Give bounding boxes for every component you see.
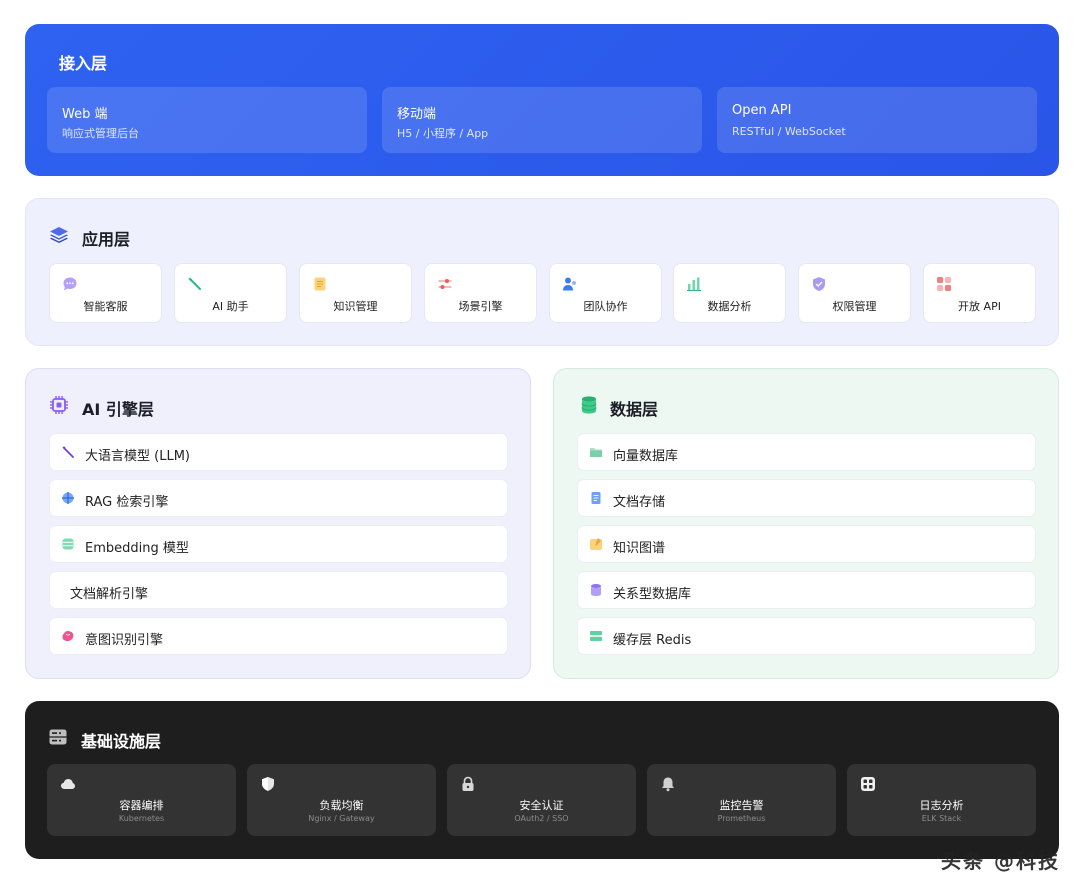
infra-card-sub: ELK Stack <box>921 814 962 823</box>
ai-engine-layer-title: AI 引擎层 <box>82 400 154 419</box>
module-card-ai-assistant[interactable]: AI 助手 <box>174 263 287 323</box>
ai-item-label: Embedding 模型 <box>85 541 189 556</box>
module-label: 权限管理 <box>832 300 877 313</box>
grid-icon <box>861 777 875 791</box>
database-icon <box>62 538 74 550</box>
layers-icon <box>50 227 68 243</box>
infra-card-sub: Prometheus <box>717 814 766 823</box>
infra-card-monitoring[interactable]: 监控告警 Prometheus <box>647 764 836 836</box>
module-card-open-api[interactable]: 开放 API <box>923 263 1036 323</box>
ai-item-intent[interactable]: 意图识别引擎 <box>49 617 508 655</box>
access-card-sub: 响应式管理后台 <box>62 127 139 140</box>
ai-item-label: 意图识别引擎 <box>85 633 164 648</box>
document-icon <box>591 492 601 504</box>
infrastructure-layer-title: 基础设施层 <box>81 732 162 751</box>
notebook-icon <box>314 277 326 291</box>
infra-card-sub: Nginx / Gateway <box>308 814 375 823</box>
data-layer: 数据层 向量数据库 文档存储 知识图谱 关系型数据库 缓存层 Redis <box>553 368 1059 679</box>
access-card-name: Web 端 <box>62 107 108 122</box>
brain-icon <box>62 631 74 642</box>
module-label: 智能客服 <box>83 300 128 313</box>
folder-icon <box>590 448 602 457</box>
application-layer: 应用层 智能客服 AI 助手 知识管理 场景引擎 团队协作 数据分析 权限管理 … <box>25 198 1059 346</box>
ai-item-label: 大语言模型 (LLM) <box>85 449 190 464</box>
access-card-open-api[interactable]: Open API RESTful / WebSocket <box>717 87 1037 153</box>
data-item-relational-db[interactable]: 关系型数据库 <box>577 571 1036 609</box>
data-item-doc-storage[interactable]: 文档存储 <box>577 479 1036 517</box>
ai-item-label: 文档解析引擎 <box>70 587 149 602</box>
ai-item-doc-parsing[interactable]: 文档解析引擎 <box>49 571 508 609</box>
module-label: 开放 API <box>958 300 1001 313</box>
module-card-permissions[interactable]: 权限管理 <box>798 263 911 323</box>
apps-grid-icon <box>937 277 951 291</box>
chip-icon <box>50 396 68 414</box>
module-card-customer-service[interactable]: 智能客服 <box>49 263 162 323</box>
ai-item-embedding[interactable]: Embedding 模型 <box>49 525 508 563</box>
note-icon <box>590 538 602 550</box>
infra-card-name: 容器编排 <box>119 799 164 812</box>
data-item-label: 缓存层 Redis <box>613 633 692 648</box>
data-item-label: 文档存储 <box>613 495 666 510</box>
shield-icon <box>262 777 274 791</box>
module-card-knowledge[interactable]: 知识管理 <box>299 263 412 323</box>
data-item-vector-db[interactable]: 向量数据库 <box>577 433 1036 471</box>
lock-icon <box>462 776 474 791</box>
ai-engine-layer: AI 引擎层 大语言模型 (LLM) RAG 检索引擎 Embedding 模型… <box>25 368 531 679</box>
data-layer-title: 数据层 <box>610 400 659 419</box>
magic-wand-icon <box>62 445 74 458</box>
infra-card-sub: Kubernetes <box>118 814 165 823</box>
infra-card-container[interactable]: 容器编排 Kubernetes <box>47 764 236 836</box>
data-item-label: 向量数据库 <box>613 449 679 464</box>
users-icon <box>563 277 576 291</box>
watermark: 头条 @科技 <box>941 849 1060 873</box>
chat-bubble-icon <box>63 277 77 291</box>
application-layer-title: 应用层 <box>82 230 131 249</box>
data-item-knowledge-graph[interactable]: 知识图谱 <box>577 525 1036 563</box>
data-item-redis-cache[interactable]: 缓存层 Redis <box>577 617 1036 655</box>
infra-card-name: 日志分析 <box>919 799 964 812</box>
access-card-web[interactable]: Web 端 响应式管理后台 <box>47 87 367 153</box>
infra-card-name: 监控告警 <box>719 799 764 812</box>
infra-card-name: 安全认证 <box>519 799 564 812</box>
magic-wand-icon <box>188 277 201 290</box>
access-card-name: Open API <box>732 103 792 118</box>
shield-check-icon <box>813 277 825 291</box>
bar-chart-icon <box>687 277 701 291</box>
module-card-analytics[interactable]: 数据分析 <box>673 263 786 323</box>
infra-card-name: 负载均衡 <box>319 799 364 812</box>
module-label: 场景引擎 <box>458 300 503 313</box>
cylinder-icon <box>591 584 601 596</box>
access-card-mobile[interactable]: 移动端 H5 / 小程序 / App <box>382 87 702 153</box>
access-layer-title: 接入层 <box>59 54 108 73</box>
infrastructure-layer: 基础设施层 容器编排 Kubernetes 负载均衡 Nginx / Gatew… <box>25 701 1059 859</box>
server-rack-icon <box>49 729 67 745</box>
access-card-name: 移动端 <box>397 107 437 122</box>
module-label: AI 助手 <box>212 300 249 313</box>
infra-card-logging[interactable]: 日志分析 ELK Stack <box>847 764 1036 836</box>
ai-item-llm[interactable]: 大语言模型 (LLM) <box>49 433 508 471</box>
bell-icon <box>662 777 674 792</box>
data-item-label: 关系型数据库 <box>613 587 692 602</box>
server-icon <box>590 631 602 641</box>
access-layer: 接入层 Web 端 响应式管理后台 移动端 H5 / 小程序 / App Ope… <box>25 24 1059 176</box>
data-item-label: 知识图谱 <box>613 541 666 556</box>
module-label: 团队协作 <box>583 300 628 313</box>
ai-item-rag[interactable]: RAG 检索引擎 <box>49 479 508 517</box>
infra-card-sub: OAuth2 / SSO <box>514 814 569 823</box>
access-card-sub: RESTful / WebSocket <box>732 125 846 138</box>
module-label: 数据分析 <box>707 300 752 313</box>
database-stack-icon <box>581 396 597 414</box>
crosshair-icon <box>62 492 74 504</box>
sliders-icon <box>438 279 452 289</box>
access-card-sub: H5 / 小程序 / App <box>397 127 489 140</box>
module-label: 知识管理 <box>333 300 378 313</box>
module-card-scene-engine[interactable]: 场景引擎 <box>424 263 537 323</box>
cloud-icon <box>61 779 75 789</box>
ai-item-label: RAG 检索引擎 <box>85 495 169 510</box>
infra-card-auth[interactable]: 安全认证 OAuth2 / SSO <box>447 764 636 836</box>
infra-card-load-balancer[interactable]: 负载均衡 Nginx / Gateway <box>247 764 436 836</box>
module-card-team[interactable]: 团队协作 <box>549 263 662 323</box>
